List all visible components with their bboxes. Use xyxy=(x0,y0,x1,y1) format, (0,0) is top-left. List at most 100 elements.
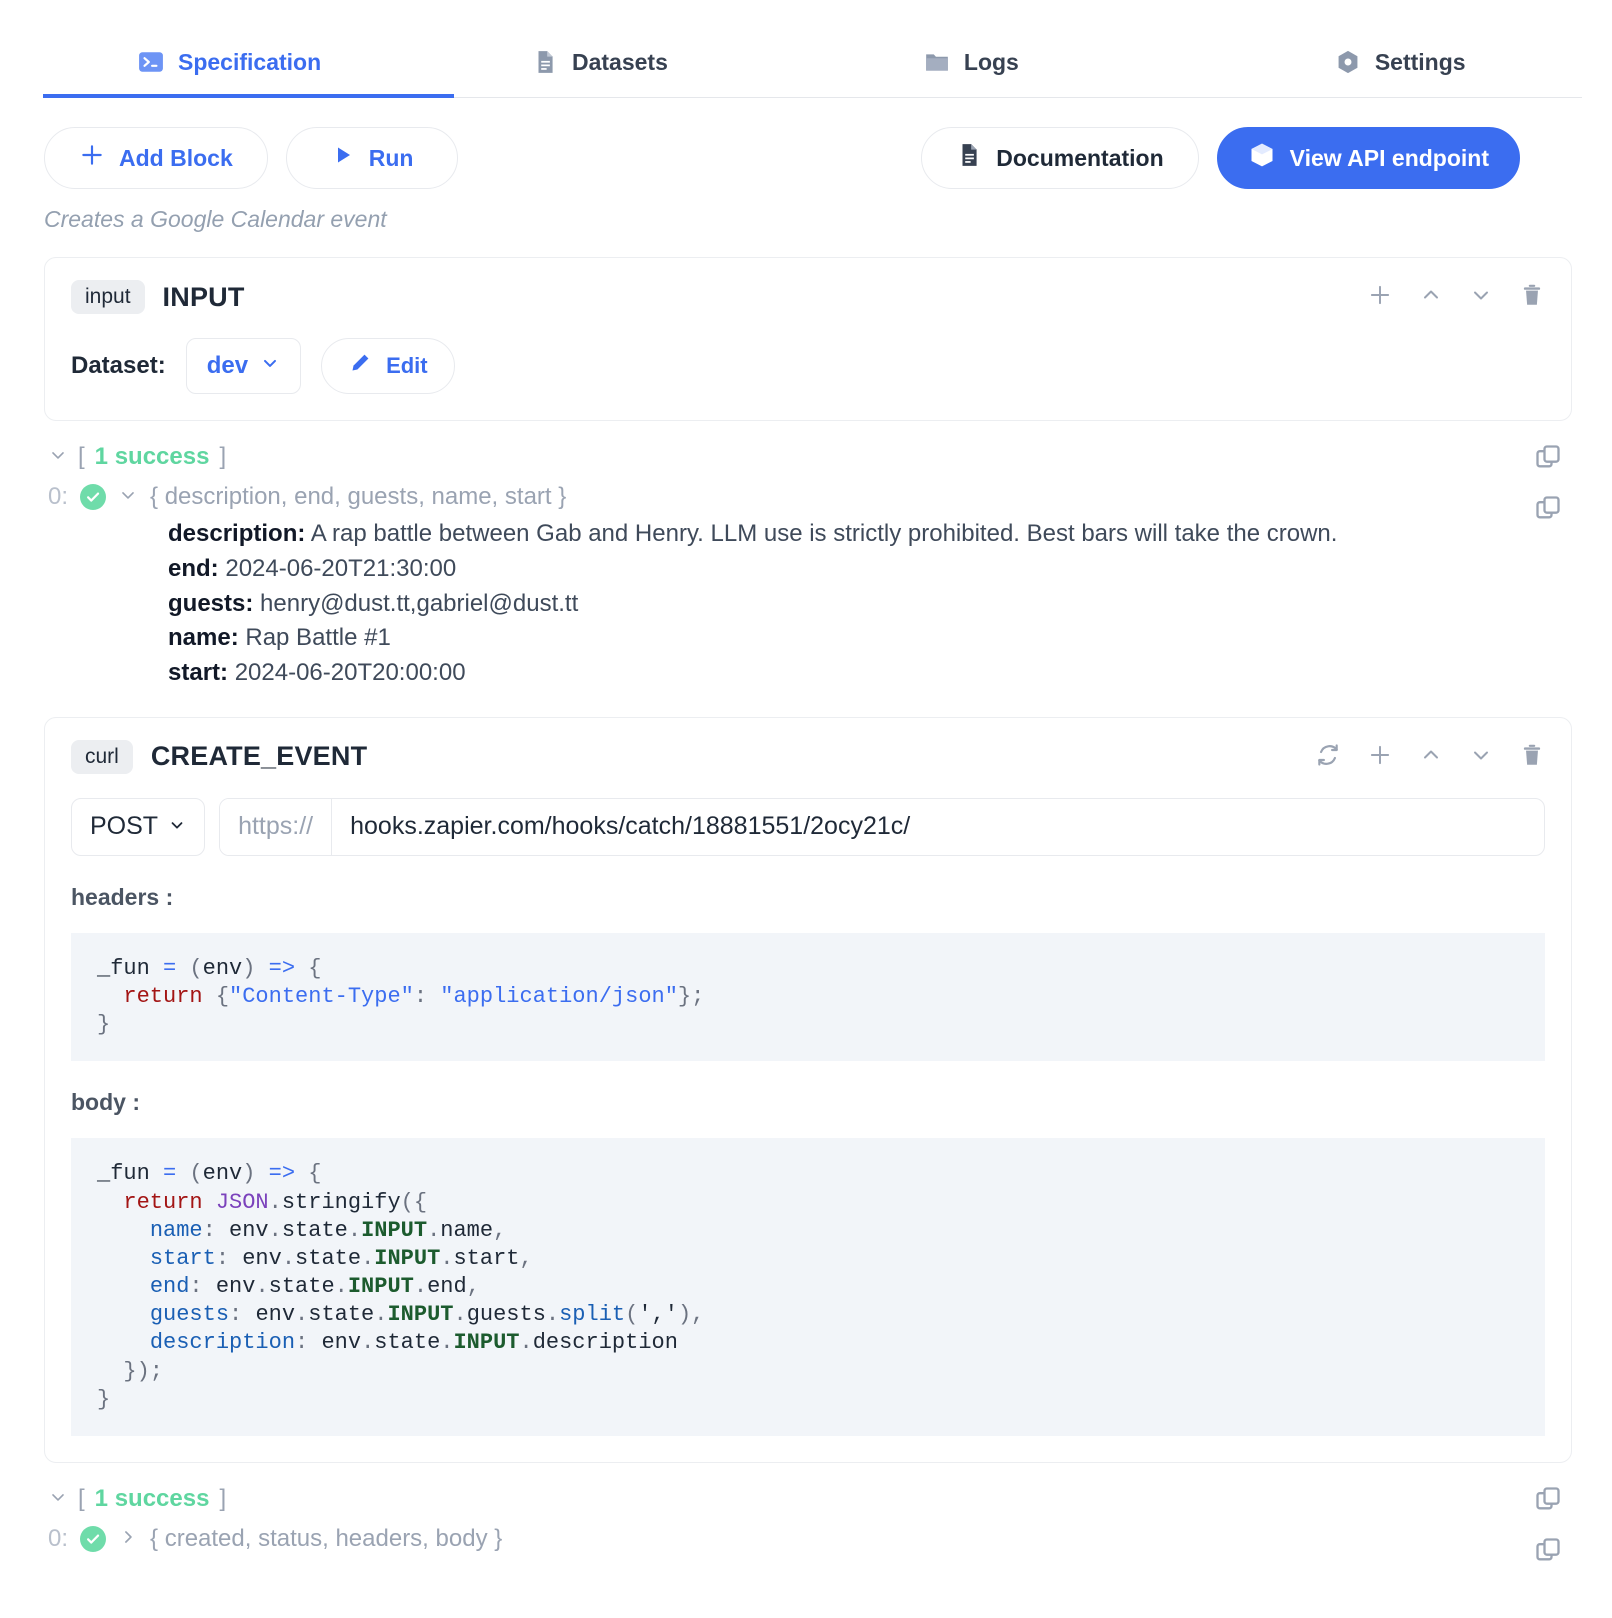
url-field-group: https:// xyxy=(219,797,1545,856)
copy-icon[interactable] xyxy=(1534,494,1562,527)
bracket-close: ] xyxy=(219,1484,227,1512)
input-result-row: 0: { description, end, guests, name, sta… xyxy=(48,483,1572,511)
view-api-endpoint-button[interactable]: View API endpoint xyxy=(1216,127,1520,189)
document-icon xyxy=(956,142,982,174)
url-input[interactable] xyxy=(332,798,1544,855)
view-api-label: View API endpoint xyxy=(1289,144,1489,171)
input-result-fields: description: A rap battle between Gab an… xyxy=(168,517,1572,691)
success-check-icon xyxy=(80,1525,107,1552)
http-method-value: POST xyxy=(90,812,159,841)
copy-icon[interactable] xyxy=(1534,1536,1562,1569)
success-check-icon xyxy=(80,484,107,510)
play-icon xyxy=(331,143,355,173)
curl-result-copy-buttons xyxy=(1534,1485,1562,1569)
chevron-down-icon xyxy=(168,812,186,841)
chevron-down-icon[interactable] xyxy=(1469,283,1493,307)
result-field: description: A rap battle between Gab an… xyxy=(168,517,1572,552)
plus-icon[interactable] xyxy=(1367,282,1393,308)
copy-icon[interactable] xyxy=(1534,1485,1562,1518)
input-block-actions xyxy=(1367,282,1545,308)
edit-label: Edit xyxy=(386,353,428,378)
body-code-editor[interactable]: _fun = (env) => { return JSON.stringify(… xyxy=(71,1138,1545,1436)
chevron-down-icon[interactable] xyxy=(48,1487,68,1511)
copy-icon[interactable] xyxy=(1534,443,1562,476)
tab-label: Logs xyxy=(963,48,1019,75)
hexagon-gear-icon xyxy=(1335,49,1361,75)
field-value: A rap battle between Gab and Henry. LLM … xyxy=(310,520,1338,547)
documentation-label: Documentation xyxy=(996,144,1164,171)
block-type-chip: input xyxy=(71,280,145,314)
input-block-header: input INPUT xyxy=(71,280,1545,314)
plus-icon[interactable] xyxy=(1367,742,1393,768)
add-block-label: Add Block xyxy=(119,144,233,171)
dataset-select[interactable]: dev xyxy=(185,338,302,394)
action-toolbar: Add Block Run Documentation View API end… xyxy=(0,98,1612,190)
add-block-button[interactable]: Add Block xyxy=(44,127,268,189)
curl-result: [ 1 success ] 0: { created, status, head… xyxy=(48,1485,1572,1561)
chevron-down-icon[interactable] xyxy=(48,445,68,469)
block-name: INPUT xyxy=(162,281,245,312)
folder-icon xyxy=(924,49,950,75)
dataset-label: Dataset: xyxy=(71,352,166,379)
field-value: 2024-06-20T21:30:00 xyxy=(225,554,457,582)
tab-datasets[interactable]: Datasets xyxy=(522,26,678,98)
documentation-button[interactable]: Documentation xyxy=(921,127,1199,189)
headers-code-editor[interactable]: _fun = (env) => { return {"Content-Type"… xyxy=(71,932,1545,1062)
http-method-select[interactable]: POST xyxy=(71,797,206,856)
block-type-chip: curl xyxy=(71,739,133,774)
field-value: Rap Battle #1 xyxy=(245,624,391,652)
field-key: name: xyxy=(168,624,239,652)
app-description: Creates a Google Calendar event xyxy=(44,206,387,232)
edit-dataset-button[interactable]: Edit xyxy=(321,338,455,394)
chevron-up-icon[interactable] xyxy=(1419,283,1443,307)
input-result-copy-buttons xyxy=(1534,443,1562,527)
tab-label: Settings xyxy=(1374,48,1466,75)
refresh-icon[interactable] xyxy=(1315,742,1341,768)
result-index: 0: xyxy=(48,483,69,510)
curl-block-actions xyxy=(1315,742,1545,768)
result-index: 0: xyxy=(48,1524,69,1552)
result-field: end: 2024-06-20T21:30:00 xyxy=(168,552,1572,587)
tab-settings[interactable]: Settings xyxy=(1325,26,1476,98)
chevron-right-icon[interactable] xyxy=(118,1527,138,1551)
run-button[interactable]: Run xyxy=(285,127,459,189)
field-key: description: xyxy=(168,520,306,547)
tab-logs[interactable]: Logs xyxy=(914,26,1029,98)
chevron-down-icon[interactable] xyxy=(1469,743,1493,767)
body-label: body : xyxy=(71,1089,140,1116)
result-field: guests: henry@dust.tt,gabriel@dust.tt xyxy=(168,587,1572,622)
tab-specification[interactable]: Specification xyxy=(43,26,454,98)
trash-icon[interactable] xyxy=(1519,742,1545,768)
field-value: 2024-06-20T20:00:00 xyxy=(234,659,466,687)
field-value: henry@dust.tt,gabriel@dust.tt xyxy=(260,589,579,617)
dataset-row: Dataset: dev Edit xyxy=(71,338,1545,394)
terminal-icon xyxy=(138,49,164,75)
bracket-open: [ xyxy=(78,1484,85,1512)
url-scheme-prefix: https:// xyxy=(220,798,333,855)
field-key: end: xyxy=(168,554,219,582)
status-badge: 1 success xyxy=(94,1484,210,1512)
headers-label: headers : xyxy=(71,883,174,910)
input-result: [ 1 success ] 0: { description, end, gue… xyxy=(48,443,1572,691)
chevron-up-icon[interactable] xyxy=(1419,743,1443,767)
bracket-close: ] xyxy=(219,443,227,470)
dataset-value: dev xyxy=(206,352,249,379)
main-tabbar: Specification Datasets Logs Settings xyxy=(0,0,1612,98)
result-field: start: 2024-06-20T20:00:00 xyxy=(168,656,1572,691)
result-keys-summary: { created, status, headers, body } xyxy=(150,1524,503,1552)
curl-result-status-row: [ 1 success ] xyxy=(48,1485,1572,1513)
curl-result-row: 0: { created, status, headers, body } xyxy=(48,1525,1572,1553)
pencil-icon xyxy=(348,351,372,381)
chevron-down-icon xyxy=(260,352,280,380)
status-badge: 1 success xyxy=(94,443,210,470)
run-label: Run xyxy=(368,144,414,171)
input-result-status-row: [ 1 success ] xyxy=(48,443,1572,471)
chevron-down-icon[interactable] xyxy=(118,485,138,509)
plus-icon xyxy=(79,142,105,174)
bracket-open: [ xyxy=(78,443,85,470)
trash-icon[interactable] xyxy=(1519,282,1545,308)
tab-label: Datasets xyxy=(572,48,668,75)
request-url-row: POST https:// xyxy=(71,797,1545,856)
field-key: guests: xyxy=(168,589,254,617)
input-block-card: input INPUT Dataset: dev Edit xyxy=(44,257,1572,421)
